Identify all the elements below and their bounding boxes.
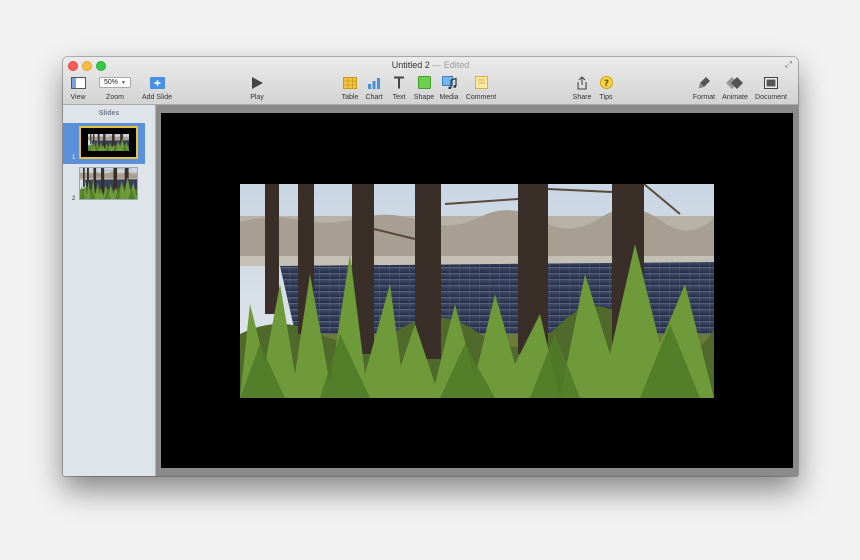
chevron-down-icon: ▼ [121,79,126,86]
media-icon [441,75,457,90]
play-button[interactable]: Play [237,75,277,101]
document-label: Document [755,94,787,101]
slide-number: 2 [72,196,76,202]
add-slide-icon [149,75,165,90]
zoom-label: Zoom [106,94,124,101]
toolbar: ⤢ Untitled 2 — Edited View 50% ▼ Zoom Ad… [63,57,798,105]
document-button[interactable]: Document [751,75,791,101]
edited-status: — Edited [432,60,470,70]
tips-button[interactable]: ? Tips [586,75,626,101]
zoom-value: 50% [104,79,119,86]
zoom-control[interactable]: 50% ▼ Zoom [95,75,135,101]
comment-label: Comment [465,94,497,101]
play-label: Play [250,94,264,101]
slide-thumbnail-image [79,167,138,200]
svg-text:?: ? [603,79,608,89]
animate-label: Animate [722,94,748,101]
slide-photo[interactable] [240,184,714,398]
document-name: Untitled 2 [391,60,430,70]
slides-heading: Slides [98,110,120,117]
format-label: Format [692,94,716,101]
comment-icon [474,75,488,90]
add-slide-button[interactable]: Add Slide [137,75,177,101]
view-label: View [70,94,86,101]
view-button[interactable]: View [63,75,98,101]
slide-number: 1 [72,155,76,161]
slide-thumbnail-1[interactable]: 1 [63,123,145,164]
tips-label: Tips [599,94,613,101]
comment-button[interactable]: Comment [461,75,501,101]
view-icon [70,75,86,90]
animate-icon [726,75,744,90]
slide-canvas[interactable] [156,105,798,476]
slide-navigator: Slides 1 2 [63,105,156,476]
app-window: ⤢ Untitled 2 — Edited View 50% ▼ Zoom Ad… [63,57,798,476]
window-title: Untitled 2 — Edited [63,60,798,70]
tips-icon: ? [599,75,613,90]
media-label: Media [439,94,459,101]
animate-button[interactable]: Animate [715,75,755,101]
format-icon [698,75,711,90]
play-icon [251,75,263,90]
slide[interactable] [161,113,793,468]
slide-thumbnail-2[interactable]: 2 [63,164,145,205]
add-slide-label: Add Slide [142,94,172,101]
slide-thumbnail-image [79,126,138,159]
zoom-select[interactable]: 50% ▼ [99,77,131,88]
document-icon [764,75,778,90]
